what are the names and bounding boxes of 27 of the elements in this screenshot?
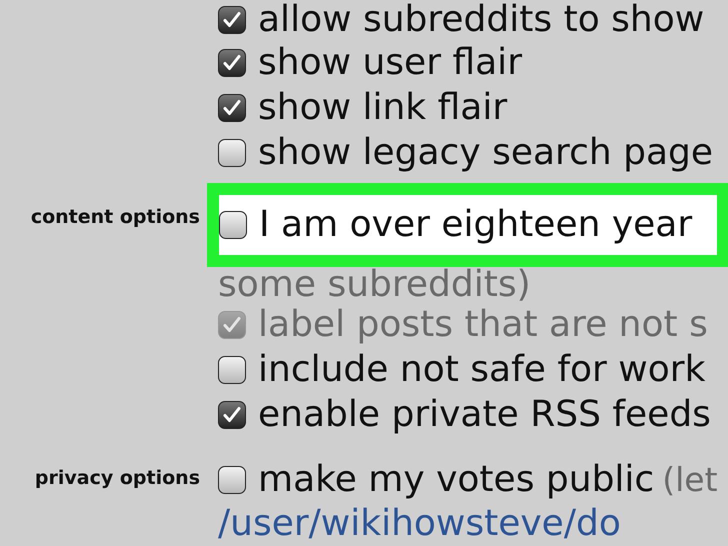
option-label: show legacy search page [258, 130, 714, 174]
option-note: some subreddits) [218, 267, 532, 302]
checkbox[interactable] [218, 94, 246, 122]
check-icon [222, 52, 242, 72]
option-label: include not safe for work [258, 348, 706, 392]
checkbox[interactable] [219, 211, 247, 239]
checkbox[interactable] [218, 48, 246, 76]
section-label: content options [30, 206, 200, 228]
option-hint: (let [662, 458, 718, 501]
option-label: allow subreddits to show [258, 0, 704, 42]
check-icon [222, 10, 242, 30]
option-label: show user flair [258, 40, 522, 84]
checkbox[interactable] [218, 6, 246, 34]
check-icon [222, 98, 242, 118]
option-label: show link flair [258, 86, 508, 130]
checkbox[interactable] [218, 466, 246, 494]
checkbox[interactable] [218, 400, 246, 428]
option-label: label posts that are not s [258, 302, 708, 346]
option-label: enable private RSS feeds [258, 392, 711, 436]
check-icon [222, 404, 242, 424]
section-label: privacy options [34, 467, 200, 489]
option-label: I am over eighteen year [259, 203, 692, 247]
option-label: make my votes public [258, 458, 654, 502]
user-link[interactable]: /user/wikihowsteve/do [218, 502, 728, 546]
check-icon [222, 314, 242, 334]
checkbox[interactable] [218, 356, 246, 384]
checkbox[interactable] [218, 138, 246, 166]
